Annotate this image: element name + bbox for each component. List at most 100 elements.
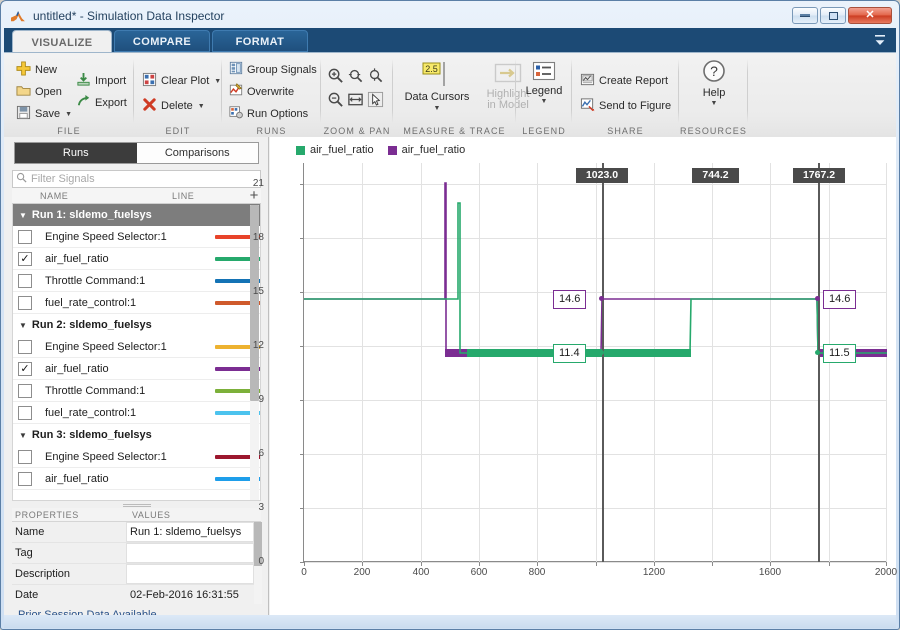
add-column-icon[interactable]: + <box>250 188 259 203</box>
chart-legend[interactable]: air_fuel_ratio air_fuel_ratio <box>296 142 465 158</box>
data-cursors-button[interactable]: 2.5 Data Cursors ▼ <box>401 59 473 112</box>
group-signals-label: Group Signals <box>247 64 317 76</box>
expand-triangle-icon[interactable]: ▼ <box>19 431 27 440</box>
signal-row[interactable]: Throttle Command:1 <box>13 270 260 292</box>
run-options-button[interactable]: Run Options <box>229 105 308 122</box>
overwrite-button[interactable]: Overwrite <box>229 83 294 100</box>
filter-signals-input[interactable]: Filter Signals <box>12 170 261 188</box>
signal-checkbox[interactable] <box>18 384 32 398</box>
signal-row[interactable]: ✓ air_fuel_ratio <box>13 248 260 270</box>
create-report-button[interactable]: Create Report <box>580 72 668 90</box>
cursor-2-x-badge[interactable]: 1767.2 <box>793 168 845 183</box>
signal-row[interactable]: Engine Speed Selector:1 <box>13 446 260 468</box>
open-folder-icon <box>16 83 31 101</box>
delete-button[interactable]: Delete ▼ <box>142 97 205 115</box>
zoom-out-button[interactable] <box>327 91 344 111</box>
create-report-icon <box>580 72 595 90</box>
overwrite-icon <box>229 83 243 100</box>
run-header-2[interactable]: ▼ Run 2: sldemo_fuelsys <box>13 314 260 336</box>
import-button[interactable]: Import <box>76 72 126 90</box>
help-dropdown-caret-icon[interactable]: ▼ <box>711 100 718 107</box>
signal-checkbox[interactable]: ✓ <box>18 362 32 376</box>
cursor-1-x-badge[interactable]: 1023.0 <box>576 168 628 183</box>
open-button[interactable]: Open <box>16 83 62 101</box>
chart-axes[interactable]: 0 3 6 9 12 15 18 21 0 <box>303 163 886 562</box>
group-separator <box>747 59 748 123</box>
legend-entry-0[interactable]: air_fuel_ratio <box>296 144 374 156</box>
legend-dropdown-caret-icon[interactable]: ▼ <box>541 98 548 105</box>
signal-checkbox[interactable] <box>18 450 32 464</box>
pan-pointer-button[interactable] <box>367 91 384 111</box>
delete-label: Delete <box>161 100 193 112</box>
cursor-2-marker-purple <box>815 296 820 301</box>
runs-tree[interactable]: ▼ Run 1: sldemo_fuelsys Engine Speed Sel… <box>12 204 261 501</box>
collapse-ribbon-icon[interactable] <box>872 32 888 48</box>
new-plus-icon <box>16 61 31 79</box>
signal-checkbox[interactable]: ✓ <box>18 252 32 266</box>
signal-checkbox[interactable] <box>18 296 32 310</box>
property-value-cell[interactable] <box>126 564 254 584</box>
zoom-y-button[interactable] <box>367 67 384 87</box>
fit-to-view-button[interactable] <box>347 91 364 111</box>
column-header-line: LINE <box>172 191 194 201</box>
expand-triangle-icon[interactable]: ▼ <box>19 321 27 330</box>
expand-triangle-icon[interactable]: ▼ <box>19 211 27 220</box>
tab-compare[interactable]: COMPARE <box>114 30 210 52</box>
column-header-name: NAME <box>40 191 68 201</box>
property-value-cell[interactable] <box>126 543 254 563</box>
cursor-delta-badge[interactable]: 744.2 <box>692 168 739 183</box>
window-controls: ✕ <box>792 7 892 24</box>
cursor-1-line[interactable] <box>602 163 604 562</box>
signal-checkbox[interactable] <box>18 340 32 354</box>
minimize-button[interactable] <box>792 7 818 24</box>
delete-dropdown-caret-icon[interactable]: ▼ <box>198 103 205 110</box>
cursor-2-line[interactable] <box>818 163 820 562</box>
property-row-description[interactable]: Description <box>12 564 261 585</box>
clear-plot-icon <box>142 72 157 90</box>
group-signals-button[interactable]: Group Signals <box>229 61 317 78</box>
save-button[interactable]: Save ▼ <box>16 105 72 123</box>
export-button[interactable]: Export <box>76 94 127 112</box>
cursor-2-readout-green[interactable]: 11.5 <box>823 344 856 363</box>
cursor-1-readout-purple[interactable]: 14.6 <box>553 290 586 309</box>
help-button[interactable]: ? Help ▼ <box>691 59 737 107</box>
property-row-name[interactable]: Name Run 1: sldemo_fuelsys <box>12 522 261 543</box>
cursor-1-readout-green[interactable]: 11.4 <box>553 344 586 363</box>
signal-row[interactable]: ✓ air_fuel_ratio <box>13 358 260 380</box>
tab-comparisons[interactable]: Comparisons <box>137 143 259 163</box>
signal-checkbox[interactable] <box>18 472 32 486</box>
legend-entry-1[interactable]: air_fuel_ratio <box>388 144 466 156</box>
zoom-in-button[interactable] <box>327 67 344 87</box>
signal-row[interactable]: Engine Speed Selector:1 <box>13 226 260 248</box>
maximize-button[interactable] <box>820 7 846 24</box>
close-button[interactable]: ✕ <box>848 7 892 24</box>
tab-visualize[interactable]: VISUALIZE <box>12 30 112 54</box>
send-to-figure-button[interactable]: Send to Figure <box>580 97 671 115</box>
signal-checkbox[interactable] <box>18 274 32 288</box>
signal-row[interactable]: Throttle Command:1 <box>13 380 260 402</box>
cursor-2-readout-purple[interactable]: 14.6 <box>823 290 856 309</box>
ytick-label-15: 15 <box>240 286 264 297</box>
data-cursors-dropdown-caret-icon[interactable]: ▼ <box>434 105 441 112</box>
zoom-x-button[interactable] <box>347 67 364 87</box>
signal-row[interactable]: air_fuel_ratio <box>13 468 260 490</box>
tab-runs[interactable]: Runs <box>15 143 137 163</box>
clear-plot-button[interactable]: Clear Plot ▼ <box>142 72 221 90</box>
tab-format[interactable]: FORMAT <box>212 30 308 52</box>
new-button[interactable]: New <box>16 61 57 79</box>
save-dropdown-caret-icon[interactable]: ▼ <box>65 111 72 118</box>
signal-row[interactable]: Engine Speed Selector:1 <box>13 336 260 358</box>
clear-plot-label: Clear Plot <box>161 75 209 87</box>
run-header-3[interactable]: ▼ Run 3: sldemo_fuelsys <box>13 424 260 446</box>
signal-checkbox[interactable] <box>18 230 32 244</box>
splitter-grip[interactable] <box>123 504 151 507</box>
legend-button[interactable]: Legend ▼ <box>522 61 566 105</box>
signal-checkbox[interactable] <box>18 406 32 420</box>
property-row-tag[interactable]: Tag <box>12 543 261 564</box>
signal-row[interactable]: fuel_rate_control:1 <box>13 402 260 424</box>
run-header-1[interactable]: ▼ Run 1: sldemo_fuelsys <box>13 204 260 226</box>
run-options-label: Run Options <box>247 108 308 120</box>
signal-row[interactable]: fuel_rate_control:1 <box>13 292 260 314</box>
group-signals-icon <box>229 61 243 78</box>
signal-name: air_fuel_ratio <box>45 253 109 265</box>
